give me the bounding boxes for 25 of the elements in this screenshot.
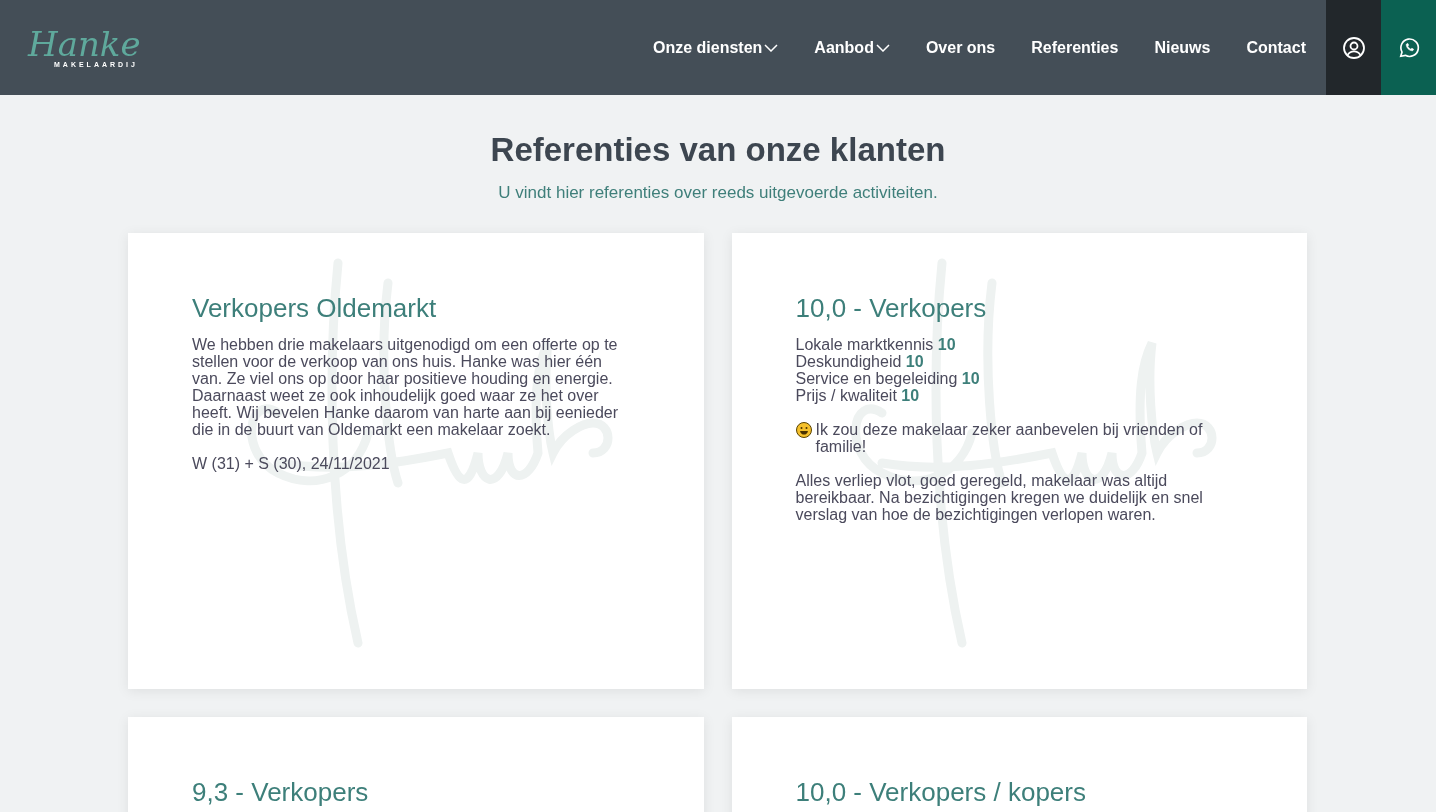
rating-line: Prijs / kwaliteit 10 [795,387,921,404]
nav-link[interactable]: Contact [1246,38,1306,57]
page-subtitle: U vindt hier referenties over reeds uitgevoerde activiteiten. [497,183,939,203]
page-title: Referenties van onze klanten [489,131,947,169]
nav-link[interactable]: Onze diensten [653,38,779,57]
nav-link[interactable]: Over ons [925,38,996,57]
smiley-icon [795,422,812,438]
nav-link[interactable]: Nieuws [1154,38,1211,57]
testimonial-text: W (31) + S (30), 24/11/2021 [192,455,391,472]
rating-line: Deskundigheid 10 [795,353,925,370]
recommend-text: Ik zou deze makelaar zeker aanbevelen bij vrienden of familie! [815,421,1204,455]
nav-link[interactable]: Referenties [1031,38,1119,57]
chat-button[interactable] [1381,0,1436,95]
rating-line: Service en begeleiding 10 [795,370,981,387]
phone-bubble-icon [1397,36,1420,59]
user-icon [1341,35,1366,60]
testimonial-text: Alles verliep vlot, goed geregeld, makelaar was altijd bereikbaar. Na bezichtigingen kregen we duidelijk en snel verslag van hoe de bezichtigingen verlopen waren. [795,472,1204,523]
card-title: 10,0 - Verkopers / kopers [795,777,1087,808]
testimonial-text: We hebben drie makelaars uitgenodigd om een offerte op te stellen voor de verkoop van ons huis. Hanke was hier één van. Ze viel ons op door haar positieve houding en energie. Daarnaast weet ze ook inhoudelijk goed waar ze het over heeft. Wij bevelen Hanke daarom van harte aan bij eenieder die in de buurt van Oldemarkt een makelaar zoekt. [192,336,620,438]
card-title: Verkopers Oldemarkt [192,293,438,324]
card-title: 10,0 - Verkopers [795,293,988,324]
nav-link[interactable]: Aanbod [814,38,890,57]
account-button[interactable] [1326,0,1381,95]
rating-line: Lokale marktkennis 10 [795,336,957,353]
card-title: 9,3 - Verkopers [192,777,370,808]
